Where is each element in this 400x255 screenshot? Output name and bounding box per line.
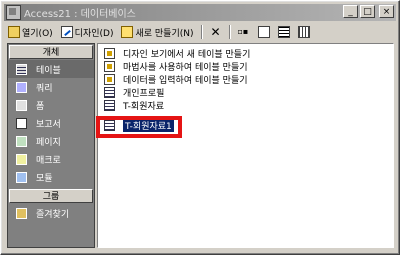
favorites-icon bbox=[16, 207, 27, 219]
close-button[interactable]: × bbox=[379, 5, 394, 18]
large-icons-icon: ▫▪ bbox=[237, 27, 249, 36]
page-icon bbox=[16, 135, 27, 147]
minimize-button[interactable]: _ bbox=[343, 5, 358, 18]
sidebar-item-favorites[interactable]: 즐겨찾기 bbox=[8, 204, 94, 222]
sidebar-item-macros[interactable]: 매크로 bbox=[8, 150, 94, 168]
design-button[interactable]: 디자인(D) bbox=[58, 24, 117, 40]
delete-button[interactable]: ✕ bbox=[207, 24, 225, 40]
list-item[interactable]: 데이터를 입력하여 테이블 만들기 bbox=[98, 73, 393, 86]
large-icons-button[interactable]: ▫▪ bbox=[235, 24, 253, 40]
new-button[interactable]: 새로 만들기(N) bbox=[118, 24, 196, 40]
database-content: 개체 테이블 쿼리 폼 보고서 페이지 매크로 모듈 그룹 즐겨찾기 디자인 보… bbox=[7, 43, 394, 250]
sidebar-item-label: 페이지 bbox=[36, 137, 61, 148]
table-icon bbox=[16, 63, 27, 75]
shortcut-icon bbox=[104, 60, 115, 72]
list-item[interactable]: 개인프로필 bbox=[98, 86, 393, 99]
delete-icon: ✕ bbox=[210, 25, 221, 39]
list-item[interactable]: 마법사를 사용하여 테이블 만들기 bbox=[98, 60, 393, 73]
open-label: 열기(O) bbox=[22, 28, 53, 39]
macro-icon bbox=[16, 153, 27, 165]
report-icon bbox=[16, 117, 27, 129]
sidebar-item-label: 매크로 bbox=[36, 155, 61, 166]
module-icon bbox=[16, 171, 27, 183]
small-icons-icon bbox=[257, 26, 270, 38]
details-view-icon bbox=[297, 26, 310, 38]
sidebar-item-pages[interactable]: 페이지 bbox=[8, 132, 94, 150]
sidebar-item-label: 즐겨찾기 bbox=[36, 209, 70, 220]
groups-header-button[interactable]: 그룹 bbox=[9, 189, 93, 203]
list-item-label: 마법사를 사용하여 테이블 만들기 bbox=[123, 62, 248, 73]
list-item-label: 디자인 보기에서 새 테이블 만들기 bbox=[123, 49, 251, 60]
sidebar-item-label: 보고서 bbox=[36, 119, 61, 130]
sidebar-item-queries[interactable]: 쿼리 bbox=[8, 78, 94, 96]
open-button[interactable]: 열기(O) bbox=[5, 24, 56, 40]
list-item-label: T-회원자료 bbox=[123, 101, 165, 112]
table-icon bbox=[104, 86, 115, 98]
open-icon bbox=[8, 26, 20, 38]
sidebar-item-label: 테이블 bbox=[36, 65, 61, 76]
database-window-icon bbox=[6, 5, 21, 20]
object-list[interactable]: 디자인 보기에서 새 테이블 만들기 마법사를 사용하여 테이블 만들기 데이터… bbox=[97, 43, 394, 248]
sidebar-item-tables[interactable]: 테이블 bbox=[8, 60, 94, 78]
shortcut-icon bbox=[104, 73, 115, 85]
design-label: 디자인(D) bbox=[74, 28, 114, 39]
database-window: Access21 : 데이터베이스 _ □ × 열기(O) 디자인(D) 새로 … bbox=[0, 0, 400, 255]
form-icon bbox=[16, 99, 27, 111]
shortcut-icon bbox=[104, 47, 115, 59]
query-icon bbox=[16, 81, 27, 93]
list-item[interactable]: 디자인 보기에서 새 테이블 만들기 bbox=[98, 47, 393, 60]
list-view-icon bbox=[277, 26, 290, 38]
toolbar-separator bbox=[200, 25, 203, 39]
objects-header-button[interactable]: 개체 bbox=[9, 45, 93, 59]
new-icon bbox=[121, 26, 134, 38]
database-toolbar: 열기(O) 디자인(D) 새로 만들기(N) ✕ ▫▪ bbox=[5, 23, 395, 41]
sidebar-item-forms[interactable]: 폼 bbox=[8, 96, 94, 114]
sidebar-item-label: 모듈 bbox=[36, 173, 53, 184]
sidebar-item-label: 폼 bbox=[36, 101, 45, 112]
new-label: 새로 만들기(N) bbox=[135, 28, 194, 39]
design-icon bbox=[60, 26, 73, 38]
list-item-label: 개인프로필 bbox=[123, 88, 165, 99]
table-icon bbox=[104, 99, 115, 111]
toolbar-separator bbox=[228, 25, 231, 39]
list-item-label: 데이터를 입력하여 테이블 만들기 bbox=[123, 75, 248, 86]
sidebar-item-reports[interactable]: 보고서 bbox=[8, 114, 94, 132]
list-item[interactable]: T-회원자료 bbox=[98, 99, 393, 112]
title-bar[interactable]: Access21 : 데이터베이스 _ □ × bbox=[4, 4, 396, 21]
highlight-box bbox=[96, 116, 182, 138]
maximize-button[interactable]: □ bbox=[360, 5, 375, 18]
list-view-button[interactable] bbox=[275, 24, 293, 40]
sidebar-item-modules[interactable]: 모듈 bbox=[8, 168, 94, 186]
small-icons-button[interactable] bbox=[255, 24, 273, 40]
sidebar-item-label: 쿼리 bbox=[36, 83, 53, 94]
details-view-button[interactable] bbox=[295, 24, 313, 40]
window-title: Access21 : 데이터베이스 bbox=[24, 9, 136, 20]
objects-bar: 개체 테이블 쿼리 폼 보고서 페이지 매크로 모듈 그룹 즐겨찾기 bbox=[7, 43, 95, 248]
